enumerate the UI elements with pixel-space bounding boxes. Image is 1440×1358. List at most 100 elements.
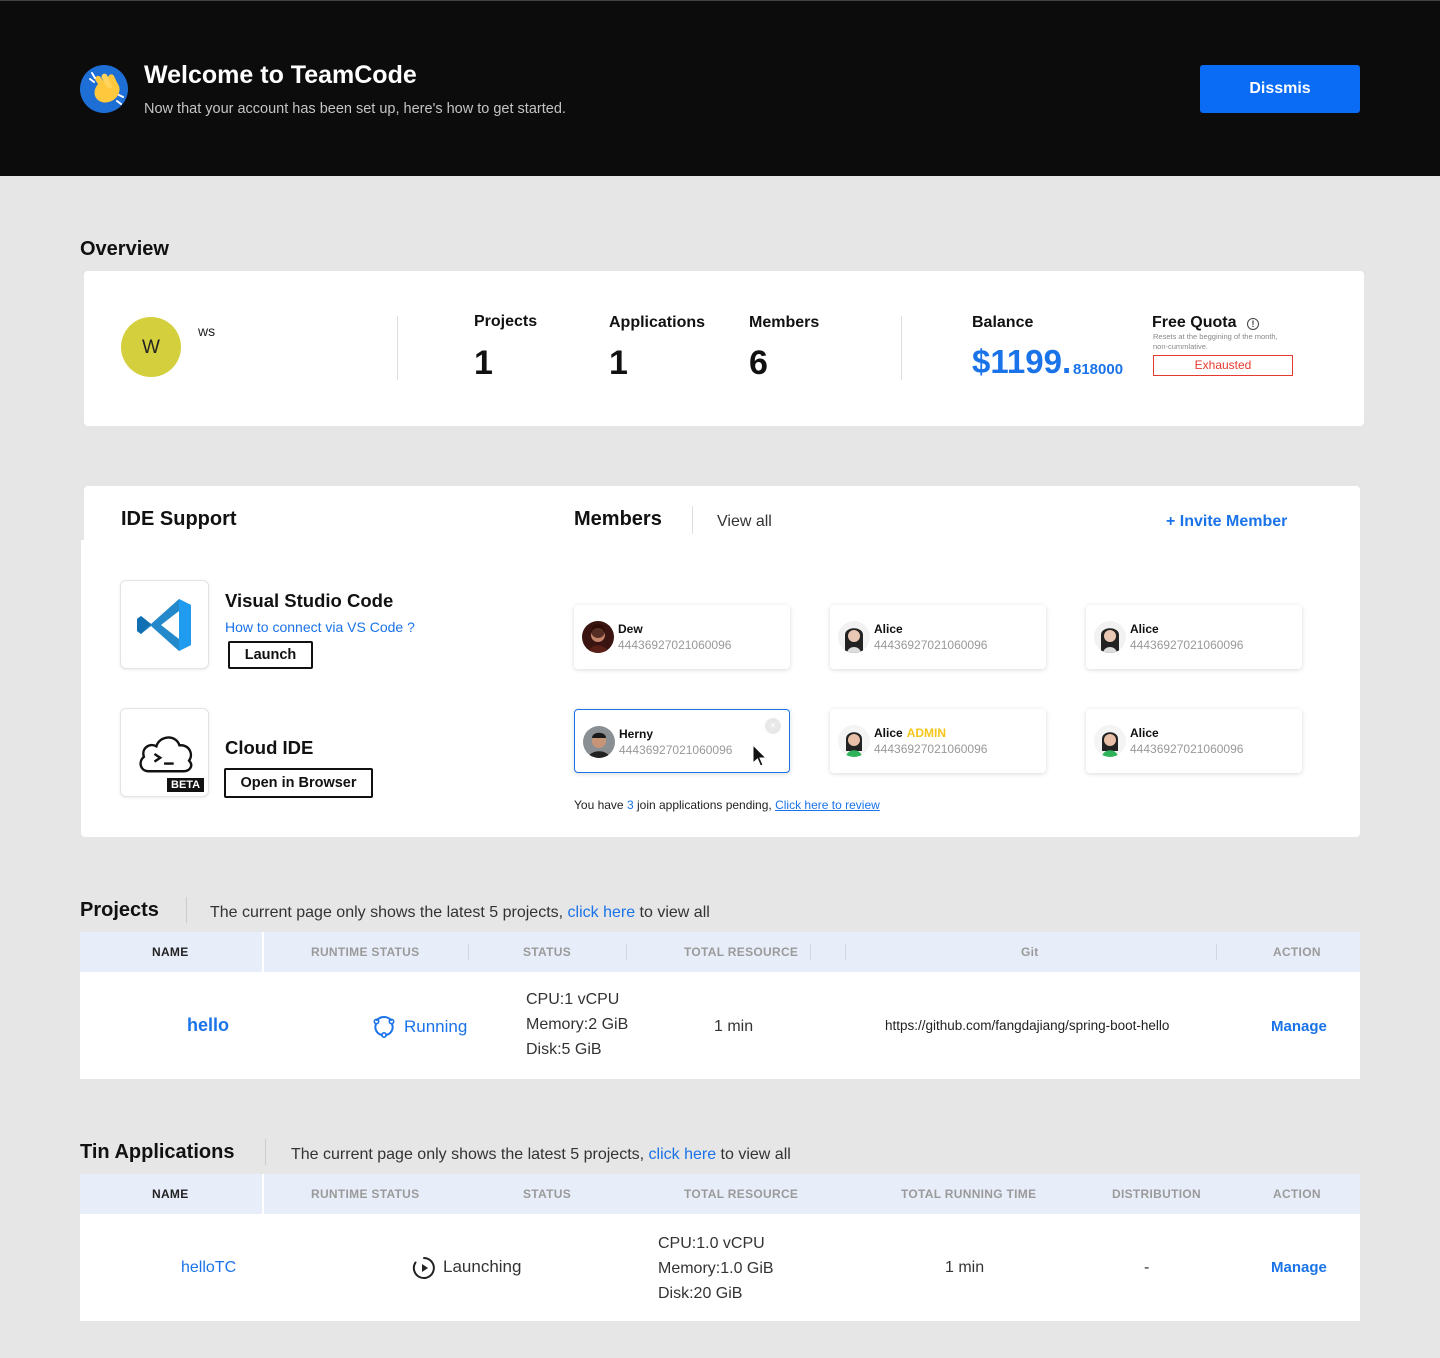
clapping-hands-icon	[80, 65, 128, 113]
member-name: Herny	[619, 727, 654, 741]
mouse-pointer-icon	[752, 744, 768, 767]
manage-link[interactable]: Manage	[1271, 1018, 1327, 1035]
column-header: ACTION	[1273, 945, 1321, 959]
avatar	[838, 725, 870, 757]
column-divider	[626, 944, 627, 960]
column-divider	[810, 944, 811, 960]
welcome-banner: Welcome to TeamCode Now that your accoun…	[0, 0, 1440, 176]
invite-member-button[interactable]: + Invite Member	[1166, 513, 1287, 531]
table-row: helloTC Launching CPU:1.0 vCPU Memory:1.…	[80, 1214, 1360, 1321]
column-divider	[845, 944, 846, 960]
status-badge: Exhausted	[1153, 355, 1293, 376]
welcome-subtitle: Now that your account has been set up, h…	[144, 101, 566, 117]
open-in-browser-button[interactable]: Open in Browser	[224, 768, 373, 798]
avatar	[583, 726, 615, 758]
table-row: hello Running CPU:1 vCPU Memory:2 GiB Di…	[80, 972, 1360, 1079]
view-all-link[interactable]: View all	[717, 513, 772, 531]
view-all-applications-link[interactable]: click here	[649, 1146, 717, 1163]
applications-note: The current page only shows the latest 5…	[291, 1146, 791, 1163]
vscode-tile	[120, 580, 209, 669]
member-name: Alice ADMIN	[874, 726, 947, 740]
welcome-title: Welcome to TeamCode	[144, 61, 417, 89]
applications-table-header: NAME RUNTIME STATUS STATUS TOTAL RESOURC…	[80, 1174, 1360, 1214]
member-id: 44436927021060096	[1130, 742, 1244, 756]
avatar	[1094, 725, 1126, 757]
close-icon[interactable]: ×	[765, 718, 781, 734]
resource-info: CPU:1.0 vCPU Memory:1.0 GiB Disk:20 GiB	[658, 1235, 774, 1302]
column-divider	[262, 1174, 264, 1214]
launch-button[interactable]: Launch	[228, 641, 313, 669]
balance-label: Balance	[972, 314, 1034, 331]
projects-table-header: NAME RUNTIME STATUS STATUS TOTAL RESOURC…	[80, 932, 1360, 972]
column-header: ACTION	[1273, 1187, 1321, 1201]
dismiss-button[interactable]: Dissmis	[1200, 65, 1360, 113]
applications-count: 1	[609, 344, 628, 382]
column-header: DISTRIBUTION	[1112, 1187, 1201, 1201]
member-card[interactable]: Alice 44436927021060096	[830, 605, 1046, 669]
members-count: 6	[749, 344, 768, 382]
column-header: TOTAL RUNNING TIME	[901, 1187, 1037, 1201]
ide-support-title: IDE Support	[121, 508, 237, 530]
member-card[interactable]: Dew 44436927021060096	[574, 605, 790, 669]
avatar	[838, 621, 870, 653]
vscode-name: Visual Studio Code	[225, 590, 394, 611]
divider	[186, 897, 187, 923]
member-name: Alice	[1130, 726, 1159, 740]
member-name: Dew	[618, 622, 643, 636]
member-name: Alice	[1130, 622, 1159, 636]
divider	[265, 1139, 266, 1165]
members-label: Members	[749, 314, 820, 331]
column-header: Git	[1021, 945, 1039, 959]
admin-badge: ADMIN	[906, 726, 947, 740]
column-header: TOTAL RESOURCE	[684, 945, 799, 959]
view-all-projects-link[interactable]: click here	[568, 904, 636, 921]
divider	[397, 316, 398, 380]
member-id: 44436927021060096	[874, 638, 988, 652]
quota-note: Resets at the beggining of the month, no…	[1153, 332, 1278, 351]
member-name: Alice	[874, 622, 903, 636]
balance-value: $1199.	[972, 343, 1072, 380]
review-link[interactable]: Click here to review	[775, 798, 880, 812]
cloud-terminal-icon	[139, 736, 193, 773]
member-id: 44436927021060096	[619, 743, 733, 757]
column-header: TOTAL RESOURCE	[684, 1187, 799, 1201]
project-name-link[interactable]: hello	[187, 1015, 229, 1036]
column-header: RUNTIME STATUS	[311, 945, 420, 959]
member-card[interactable]: Alice ADMIN 44436927021060096	[830, 709, 1046, 773]
runtime-status: Launching	[443, 1257, 522, 1276]
column-header: RUNTIME STATUS	[311, 1187, 420, 1201]
members-title: Members	[574, 508, 662, 530]
total-resource: 1 min	[714, 1018, 754, 1035]
member-card[interactable]: Alice 44436927021060096	[1086, 605, 1302, 669]
member-id: 44436927021060096	[618, 638, 732, 652]
projects-label: Projects	[474, 313, 538, 330]
projects-note: The current page only shows the latest 5…	[210, 904, 710, 921]
manage-link[interactable]: Manage	[1271, 1259, 1327, 1276]
divider	[901, 316, 902, 380]
column-header: STATUS	[523, 945, 572, 959]
runtime-status: Running	[404, 1017, 468, 1036]
vscode-icon	[137, 599, 191, 651]
cloud-ide-name: Cloud IDE	[225, 737, 314, 758]
pending-applications: You have 3 join applications pending, Cl…	[574, 798, 880, 812]
vscode-help-link[interactable]: How to connect via VS Code ?	[225, 619, 415, 635]
distribution: -	[1144, 1259, 1150, 1276]
member-id: 44436927021060096	[874, 742, 988, 756]
projects-title: Projects	[80, 899, 159, 921]
member-card[interactable]: Alice 44436927021060096	[1086, 709, 1302, 773]
avatar	[582, 621, 614, 653]
projects-count: 1	[474, 344, 493, 382]
git-url: https://github.com/fangdajiang/spring-bo…	[885, 1018, 1170, 1033]
column-divider	[262, 932, 264, 972]
beta-badge: BETA	[167, 778, 205, 792]
info-icon[interactable]: !	[1247, 318, 1259, 330]
application-name-link[interactable]: helloTC	[181, 1259, 236, 1277]
running-icon	[373, 1016, 395, 1038]
column-header: NAME	[152, 1187, 189, 1201]
member-id: 44436927021060096	[1130, 638, 1244, 652]
column-header: STATUS	[523, 1187, 572, 1201]
resource-info: CPU:1 vCPU Memory:2 GiB Disk:5 GiB	[526, 991, 629, 1058]
column-divider	[468, 944, 469, 960]
column-divider	[1216, 944, 1217, 960]
divider	[692, 506, 693, 534]
